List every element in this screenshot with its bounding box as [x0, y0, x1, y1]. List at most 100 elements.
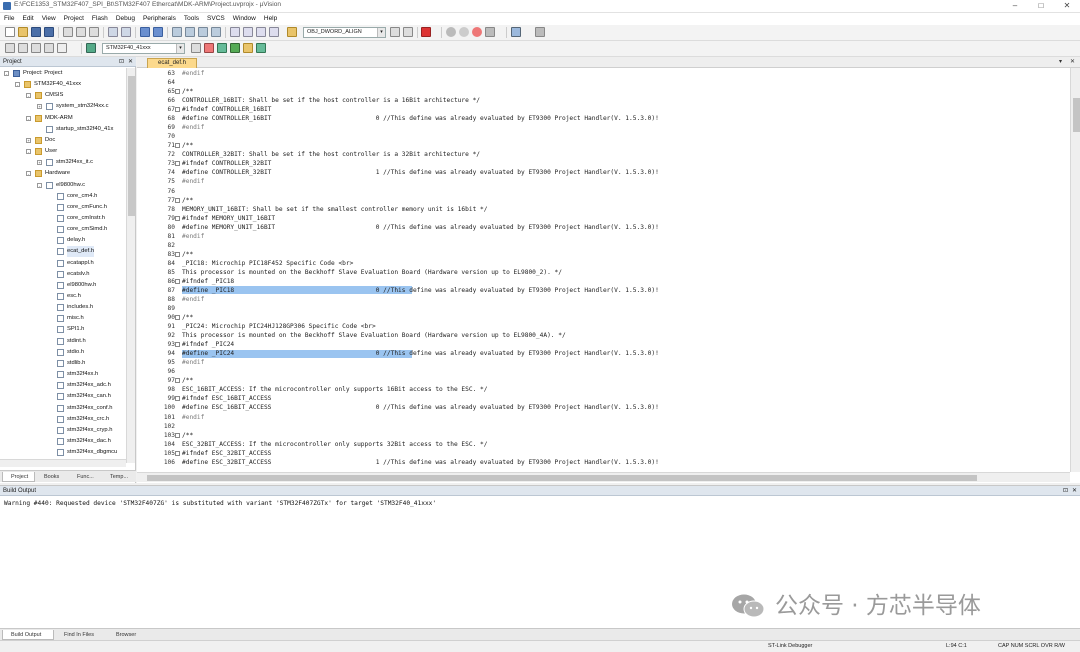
tree-item[interactable]: - User	[0, 146, 126, 157]
tree-item[interactable]: stm32f4xx.h	[0, 369, 126, 380]
translate-icon[interactable]	[5, 43, 15, 53]
fold-toggle-icon[interactable]	[175, 396, 180, 402]
fold-toggle-icon[interactable]	[175, 432, 180, 438]
close-button[interactable]: ✕	[1054, 0, 1080, 12]
menu-file[interactable]: File	[0, 13, 18, 25]
code-line[interactable]: #define ESC_32BIT_ACCESS 1 //This define…	[182, 458, 659, 467]
tree-item[interactable]: - el9800hw.c	[0, 180, 126, 191]
code-line[interactable]: This processor is mounted on the Beckhof…	[182, 268, 562, 277]
tree-item[interactable]: esc.h	[0, 291, 126, 302]
menu-window[interactable]: Window	[229, 13, 260, 25]
fold-toggle-icon[interactable]	[175, 251, 180, 257]
select-packs-icon[interactable]	[230, 43, 240, 53]
indent-icon[interactable]	[230, 27, 240, 37]
code-line[interactable]: #endif	[182, 69, 204, 78]
tree-item[interactable]: stdint.h	[0, 336, 126, 347]
code-line[interactable]: #define CONTROLLER_32BIT 1 //This define…	[182, 168, 659, 177]
tree-item[interactable]: core_cmInstr.h	[0, 213, 126, 224]
collapse-icon[interactable]: -	[37, 182, 42, 188]
comment-icon[interactable]	[256, 27, 266, 37]
fold-toggle-icon[interactable]	[175, 378, 180, 384]
tree-item[interactable]: stdio.h	[0, 347, 126, 358]
code-line[interactable]: /**	[182, 196, 193, 205]
collapse-icon[interactable]: -	[15, 82, 20, 88]
tree-item[interactable]: - CMSIS	[0, 90, 126, 101]
manage-rte-icon[interactable]	[256, 43, 266, 53]
incremental-find-icon[interactable]	[403, 27, 413, 37]
file-extensions-icon[interactable]	[204, 43, 214, 53]
tree-item[interactable]: stdlib.h	[0, 358, 126, 369]
collapse-icon[interactable]: -	[26, 93, 31, 99]
new-file-icon[interactable]	[5, 27, 15, 37]
collapse-icon[interactable]: -	[4, 71, 9, 76]
minimize-button[interactable]: –	[1002, 0, 1028, 12]
maximize-button[interactable]: □	[1028, 0, 1054, 12]
save-all-icon[interactable]	[44, 27, 54, 37]
paste-icon[interactable]	[89, 27, 99, 37]
code-line[interactable]: #ifndef CONTROLLER_16BIT	[182, 105, 271, 114]
tree-item[interactable]: ecat_def.h	[0, 246, 126, 258]
tab-functions[interactable]: Func...	[69, 472, 101, 482]
target-combo[interactable]: STM32F40_41xxx ▾	[102, 43, 185, 54]
rebuild-icon[interactable]	[31, 43, 41, 53]
save-icon[interactable]	[31, 27, 41, 37]
code-line[interactable]: ESC_16BIT_ACCESS: If the microcontroller…	[182, 385, 487, 394]
pack-installer-icon[interactable]	[243, 43, 253, 53]
code-line[interactable]: CONTROLLER_32BIT: Shall be set if the ho…	[182, 150, 480, 159]
menu-svcs[interactable]: SVCS	[203, 13, 229, 25]
disable-breakpoints-icon[interactable]	[485, 27, 495, 37]
menu-edit[interactable]: Edit	[18, 13, 37, 25]
fold-toggle-icon[interactable]	[175, 278, 180, 284]
kill-breakpoints-icon[interactable]	[472, 27, 482, 37]
enable-breakpoint-icon[interactable]	[459, 27, 469, 37]
code-line[interactable]: /**	[182, 250, 193, 259]
tree-item[interactable]: - MDK-ARM	[0, 113, 126, 124]
menu-flash[interactable]: Flash	[88, 13, 112, 25]
collapse-icon[interactable]: -	[26, 149, 31, 155]
tree-item[interactable]: stm32f4xx_cryp.h	[0, 425, 126, 436]
expand-icon[interactable]: +	[37, 104, 42, 110]
tree-item[interactable]: - Project: Project	[0, 68, 126, 79]
find-combo[interactable]: OBJ_DWORD_ALIGN ▾	[303, 27, 386, 38]
tab-find-in-files[interactable]: Find In Files	[56, 630, 106, 640]
code-line[interactable]: #define ESC_16BIT_ACCESS 0 //This define…	[182, 403, 659, 412]
code-line[interactable]: #endif	[182, 232, 204, 241]
tree-item[interactable]: startup_stm32f40_41x	[0, 124, 126, 135]
code-line[interactable]: This processor is mounted on the Beckhof…	[182, 331, 566, 340]
tree-item[interactable]: stm32f4xx_dbgmcu	[0, 447, 126, 458]
close-tab-icon[interactable]: ✕	[1070, 57, 1075, 68]
tree-item[interactable]: core_cmFunc.h	[0, 202, 126, 213]
code-line[interactable]: #define CONTROLLER_16BIT 0 //This define…	[182, 114, 659, 123]
prev-bookmark-icon[interactable]	[185, 27, 195, 37]
download-icon[interactable]	[86, 43, 96, 53]
fold-toggle-icon[interactable]	[175, 143, 180, 149]
configure-icon[interactable]	[535, 27, 545, 37]
fold-toggle-icon[interactable]	[175, 107, 180, 113]
next-bookmark-icon[interactable]	[198, 27, 208, 37]
menu-project[interactable]: Project	[60, 13, 88, 25]
batch-build-icon[interactable]	[44, 43, 54, 53]
pin-icon[interactable]: ⊡	[119, 57, 124, 67]
project-vertical-scrollbar[interactable]	[126, 68, 135, 463]
code-line[interactable]: /**	[182, 87, 193, 96]
code-line[interactable]: #endif	[182, 358, 204, 367]
fold-toggle-icon[interactable]	[175, 197, 180, 203]
find-icon[interactable]	[390, 27, 400, 37]
target-options-icon[interactable]	[191, 43, 201, 53]
tree-item[interactable]: stm32f4xx_conf.h	[0, 403, 126, 414]
fold-toggle-icon[interactable]	[175, 161, 180, 167]
code-line[interactable]: /**	[182, 313, 193, 322]
unindent-icon[interactable]	[243, 27, 253, 37]
insert-breakpoint-icon[interactable]	[446, 27, 456, 37]
code-line[interactable]: #endif	[182, 177, 204, 186]
code-line[interactable]: #endif	[182, 413, 204, 422]
tree-item[interactable]: stm32f4xx_can.h	[0, 391, 126, 402]
tree-item[interactable]: el9800hw.h	[0, 280, 126, 291]
tree-item[interactable]: stm32f4xx_dac.h	[0, 436, 126, 447]
uncomment-icon[interactable]	[269, 27, 279, 37]
tree-item[interactable]: + system_stm32f4xx.c	[0, 101, 126, 112]
build-icon[interactable]	[18, 43, 28, 53]
tree-item[interactable]: - STM32F40_41xxx	[0, 79, 126, 90]
tree-item[interactable]: SPI1.h	[0, 324, 126, 335]
expand-icon[interactable]: +	[37, 160, 42, 166]
